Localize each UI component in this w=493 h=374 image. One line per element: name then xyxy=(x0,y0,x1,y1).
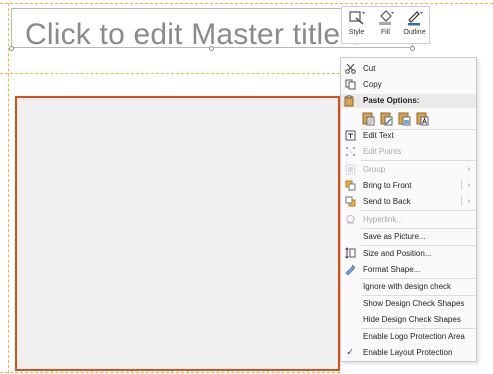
paste-keep-source-formatting-icon[interactable] xyxy=(379,110,393,126)
menu-item-hide-design-check[interactable]: Hide Design Check Shapes xyxy=(341,311,476,327)
style-label: Style xyxy=(348,29,365,36)
style-button[interactable]: Style xyxy=(343,10,371,43)
paste-options-label: Paste Options: xyxy=(363,96,420,105)
submenu-arrow-icon[interactable]: › xyxy=(468,182,470,189)
menu-item-ignore-design-check[interactable]: Ignore with design check xyxy=(341,278,476,294)
menu-item-edit-points: Edit Points xyxy=(341,143,476,159)
fill-label: Fill xyxy=(381,29,390,36)
paste-options-header: Paste Options: xyxy=(341,94,476,108)
mini-toolbar: Style Fill Outline xyxy=(341,6,430,44)
paste-picture-icon[interactable] xyxy=(397,110,411,126)
copy-icon xyxy=(344,78,356,90)
layout-guide-bottom xyxy=(0,372,340,373)
layout-guide-middle xyxy=(0,73,340,74)
menu-item-edit-text[interactable]: Edit Text xyxy=(341,127,476,143)
menu-item-enable-layout-protection[interactable]: ✓ Enable Layout Protection xyxy=(341,344,476,360)
menu-label-enable-layout-protection: Enable Layout Protection xyxy=(363,347,453,357)
menu-label-hide-design-check: Hide Design Check Shapes xyxy=(363,314,461,324)
menu-item-cut[interactable]: Cut xyxy=(341,60,476,76)
send-to-back-icon xyxy=(344,195,356,207)
submenu-arrow-icon: › xyxy=(467,165,470,173)
shape-style-icon xyxy=(348,11,365,25)
menu-label-hyperlink: Hyperlink... xyxy=(363,214,404,224)
submenu-arrow-icon[interactable]: › xyxy=(468,198,470,205)
menu-label-send-to-back: Send to Back xyxy=(363,196,411,206)
menu-label-format-shape: Format Shape... xyxy=(363,264,421,274)
menu-label-save-as-picture: Save as Picture... xyxy=(363,231,426,241)
clipboard-icon xyxy=(344,95,355,109)
bring-to-front-icon xyxy=(344,179,356,191)
menu-item-show-design-check[interactable]: Show Design Check Shapes xyxy=(341,295,476,311)
outline-button[interactable]: Outline xyxy=(401,10,429,43)
menu-label-edit-points: Edit Points xyxy=(363,146,402,156)
scissors-icon xyxy=(344,62,356,74)
paint-bucket-icon xyxy=(378,10,394,25)
menu-label-edit-text: Edit Text xyxy=(363,130,394,140)
resize-handle-bottom-left[interactable] xyxy=(9,46,14,51)
menu-item-format-shape[interactable]: Format Shape... xyxy=(341,261,476,277)
pen-outline-icon xyxy=(407,11,423,26)
fill-button[interactable]: Fill xyxy=(372,10,400,43)
menu-item-enable-logo-protection[interactable]: Enable Logo Protection Area xyxy=(341,328,476,344)
menu-label-size-and-position: Size and Position... xyxy=(363,248,432,258)
paste-keep-text-only-icon[interactable] xyxy=(415,110,429,126)
menu-label-group: Group xyxy=(363,164,386,174)
group-icon xyxy=(344,163,356,175)
title-text[interactable]: Click to edit Master title s xyxy=(25,18,364,52)
layout-guide-top xyxy=(0,3,493,4)
menu-item-copy[interactable]: Copy xyxy=(341,76,476,92)
menu-label-cut: Cut xyxy=(363,63,376,73)
selected-rectangle-shape[interactable] xyxy=(15,96,340,371)
menu-item-size-and-position[interactable]: Size and Position... xyxy=(341,245,476,261)
menu-split-divider xyxy=(461,196,462,206)
checkmark-icon: ✓ xyxy=(346,346,354,357)
paste-options-row xyxy=(361,110,429,126)
menu-split-divider xyxy=(461,180,462,190)
resize-handle-bottom-right[interactable] xyxy=(410,46,415,51)
menu-label-ignore-design-check: Ignore with design check xyxy=(363,281,452,291)
size-position-icon xyxy=(344,247,356,259)
layout-guide-left xyxy=(8,3,9,373)
menu-label-bring-to-front: Bring to Front xyxy=(363,180,412,190)
menu-item-hyperlink: Hyperlink... xyxy=(341,211,476,227)
resize-handle-bottom-middle[interactable] xyxy=(209,46,214,51)
hyperlink-icon xyxy=(344,213,356,225)
menu-item-bring-to-front[interactable]: Bring to Front › xyxy=(341,177,476,193)
format-shape-icon xyxy=(344,263,356,275)
menu-label-copy: Copy xyxy=(363,79,382,89)
menu-item-group: Group › xyxy=(341,161,476,177)
menu-label-show-design-check: Show Design Check Shapes xyxy=(363,298,465,308)
edit-text-icon xyxy=(344,129,356,141)
edit-points-icon xyxy=(344,145,356,157)
menu-label-enable-logo-protection: Enable Logo Protection Area xyxy=(363,331,465,341)
outline-label: Outline xyxy=(403,29,426,36)
context-menu: Cut Copy Paste Options: Edit Text Edit P… xyxy=(340,57,477,362)
menu-item-save-as-picture[interactable]: Save as Picture... xyxy=(341,228,476,244)
paste-use-destination-theme-icon[interactable] xyxy=(361,110,375,126)
menu-item-send-to-back[interactable]: Send to Back › xyxy=(341,193,476,209)
